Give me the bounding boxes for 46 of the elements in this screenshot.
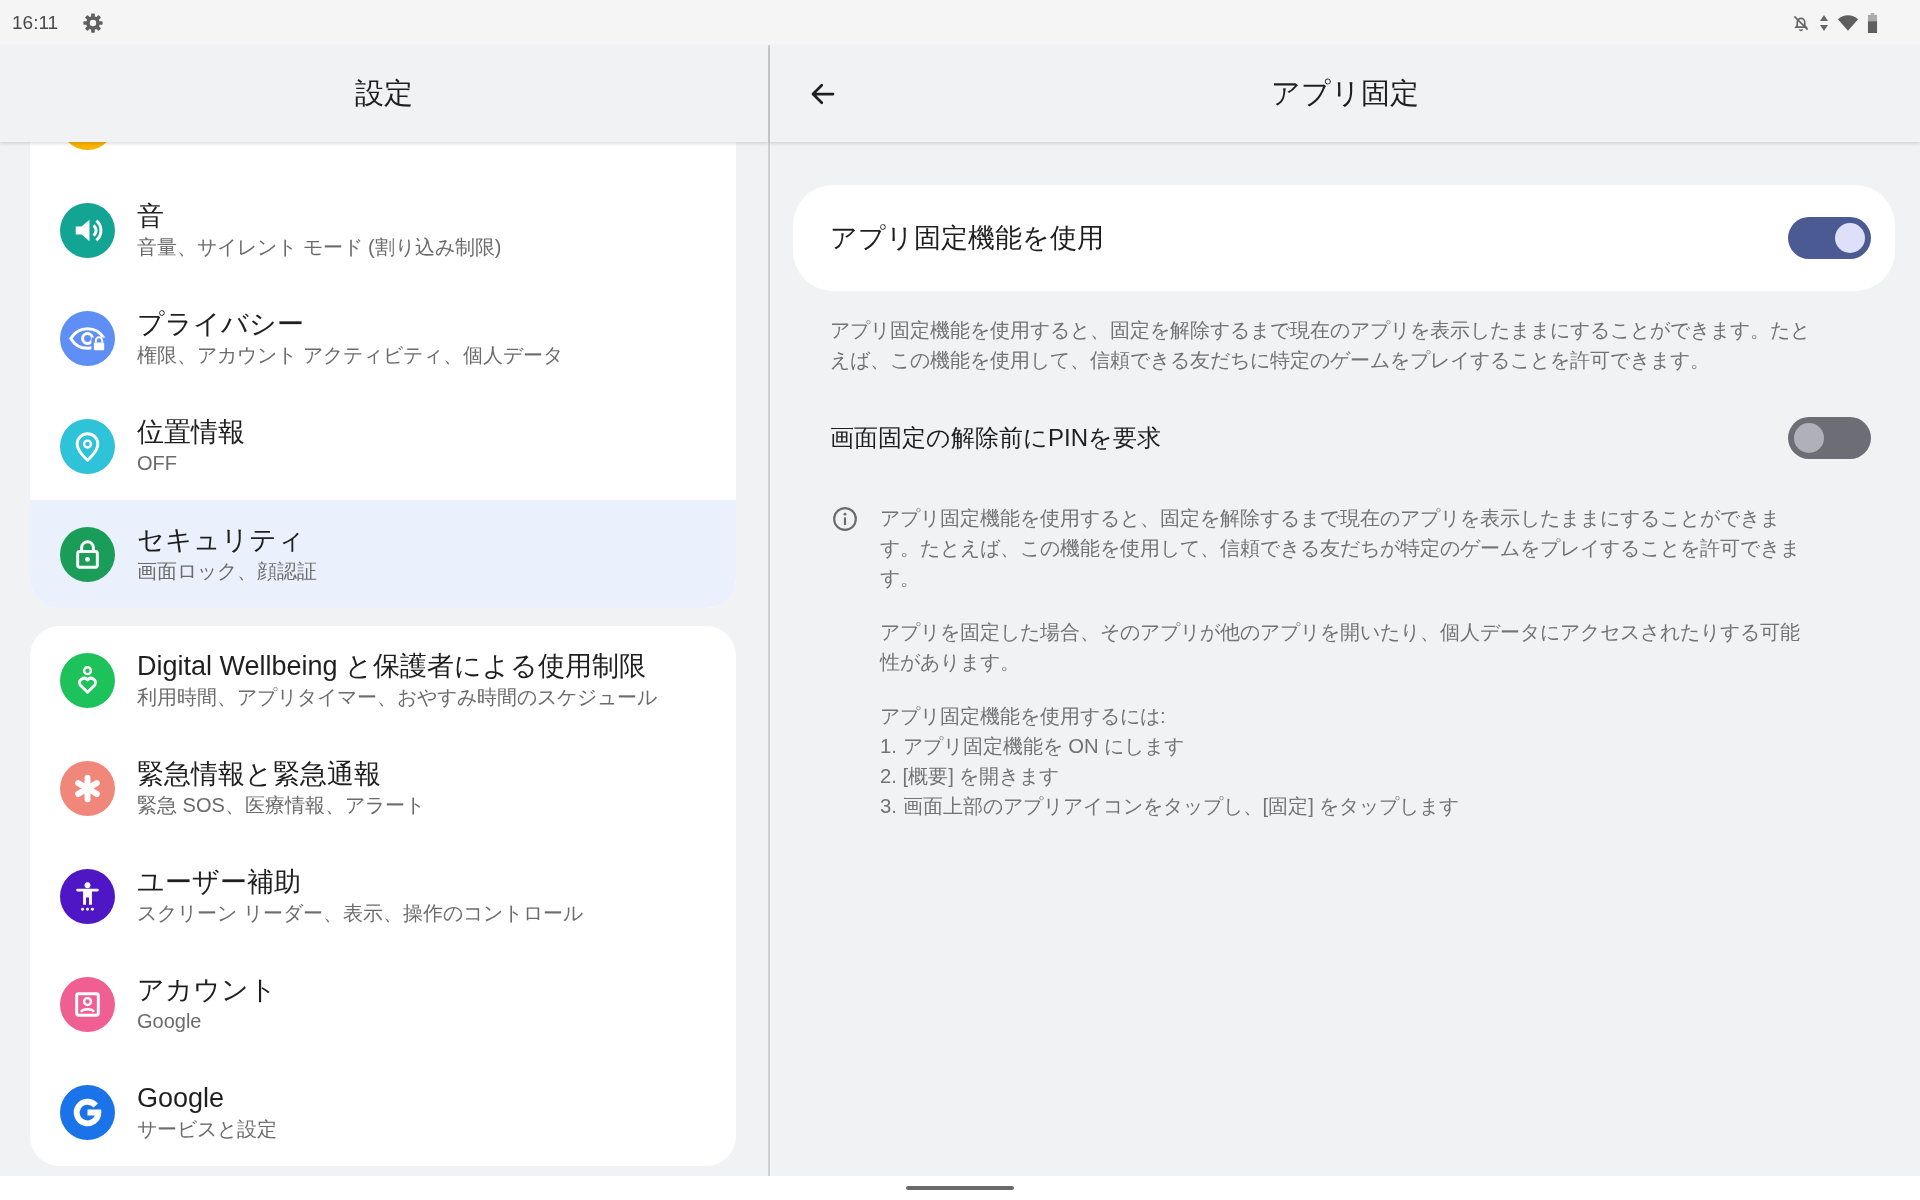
screen-title: 設定 <box>355 75 413 111</box>
item-title: Google <box>137 1082 226 1115</box>
status-time: 16:11 <box>12 11 59 34</box>
description-text: アプリ固定機能を使用すると、固定を解除するまで現在のアプリを表示したままにすることができます。たとえば、この機能を使用して、信頼できる友だちに特定のゲームをプレイすることを許可できます。 <box>830 318 1811 373</box>
item-subtitle: スクリーン リーダー、表示、操作のコントロール <box>137 901 583 926</box>
item-title: アカウント <box>137 974 277 1007</box>
info-text: アプリ固定機能を使用すると、固定を解除するまで現在のアプリを表示したままにすることができます。たとえば、この機能を使用して、信頼できる友だちが特定のゲームをプレイすることを許可できます。 <box>880 506 1801 591</box>
item-title: ユーザー補助 <box>137 866 302 899</box>
item-title: Digital Wellbeing と保護者による使用制限 <box>137 650 648 683</box>
item-subtitle: 緊急 SOS、医療情報、アラート <box>137 793 425 818</box>
settings-icon[interactable] <box>82 11 105 34</box>
info-text: アプリ固定機能を使用するには: <box>880 704 1167 729</box>
settings-item[interactable]: 位置情報 OFF <box>30 392 736 500</box>
toggle-switch[interactable] <box>1788 417 1871 459</box>
item-subtitle: Google <box>137 1009 203 1034</box>
item-subtitle: OFF <box>137 451 178 476</box>
step-text: 1. アプリ固定機能を ON にします <box>880 734 1186 759</box>
settings-item[interactable]: アカウント Google <box>30 950 736 1058</box>
settings-item[interactable]: セキュリティ 画面ロック、顔認証 <box>30 500 736 608</box>
item-subtitle: 画面ロック、顔認証 <box>137 559 317 584</box>
info-text: アプリを固定した場合、そのアプリが他のアプリを開いたり、個人データにアクセスされたりする可能性があります。 <box>880 620 1801 675</box>
settings-item[interactable]: ユーザー補助 スクリーン リーダー、表示、操作のコントロール <box>30 842 736 950</box>
toggle-switch[interactable] <box>1788 217 1871 259</box>
settings-item[interactable]: プライバシー 権限、アカウント アクティビティ、個人データ <box>30 284 736 392</box>
item-title: 位置情報 <box>137 416 245 449</box>
settings-item[interactable]: 緊急情報と緊急通報 緊急 SOS、医療情報、アラート <box>30 734 736 842</box>
step-text: 3. 画面上部のアプリアイコンをタップし、[固定] をタップします <box>880 794 1461 819</box>
item-subtitle: 音量、サイレント モード (割り込み制限) <box>137 235 502 260</box>
gesture-handle[interactable] <box>906 1186 1014 1190</box>
item-title: プライバシー <box>137 308 305 341</box>
item-title: 音 <box>137 200 165 233</box>
step-text: 2. [概要] を開きます <box>880 764 1061 789</box>
item-title: セキュリティ <box>137 524 306 557</box>
settings-item[interactable]: 音 音量、サイレント モード (割り込み制限) <box>30 176 736 284</box>
item-subtitle: 権限、アカウント アクティビティ、個人データ <box>137 343 563 368</box>
toggle-label: アプリ固定機能を使用 <box>830 222 1104 255</box>
item-subtitle: サービスと設定 <box>137 1117 277 1142</box>
item-subtitle: 利用時間、アプリタイマー、おやすみ時間のスケジュール <box>137 685 657 710</box>
item-title: 緊急情報と緊急通報 <box>137 758 382 791</box>
toggle-label: 画面固定の解除前にPINを要求 <box>830 423 1161 453</box>
battery-icon <box>1867 12 1878 33</box>
screen-title: アプリ固定 <box>1271 75 1419 111</box>
wifi-icon <box>1837 13 1859 32</box>
settings-item[interactable]: Google サービスと設定 <box>30 1058 736 1166</box>
settings-item[interactable]: Digital Wellbeing と保護者による使用制限 利用時間、アプリタイマー、おやすみ時間のスケジュール <box>30 626 736 734</box>
info-icon <box>832 506 858 532</box>
